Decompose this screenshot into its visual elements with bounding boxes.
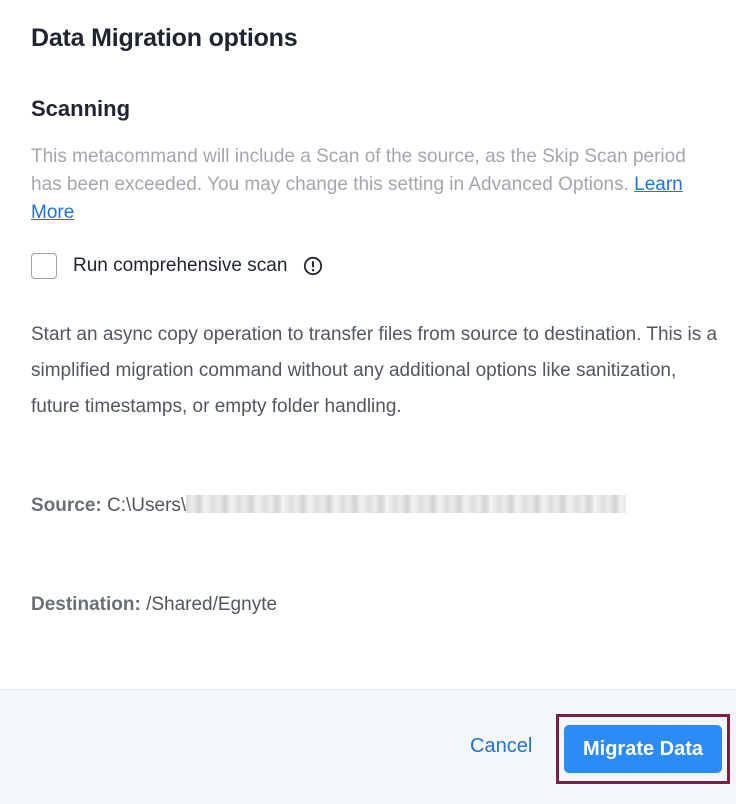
cancel-button[interactable]: Cancel [470,735,532,758]
source-label: Source: [31,495,102,516]
comprehensive-scan-row: Run comprehensive scan [31,251,323,281]
info-icon[interactable] [303,256,323,276]
destination-label: Destination: [31,594,141,615]
comprehensive-scan-checkbox[interactable] [31,253,57,279]
redacted-path [186,495,627,513]
source-row: Source: C:\Users\ [31,495,627,517]
destination-row: Destination: /Shared/Egnyte [31,594,277,616]
scan-note-text: This metacommand will include a Scan of … [31,146,686,195]
migration-description: Start an async copy operation to transfe… [31,324,718,417]
destination-path: /Shared/Egnyte [146,594,278,615]
scan-note: This metacommand will include a Scan of … [31,143,711,227]
migration-dialog: Data Migration options Scanning This met… [0,0,736,804]
dialog-title: Data Migration options [31,24,298,52]
comprehensive-scan-label[interactable]: Run comprehensive scan [73,255,287,277]
migrate-data-button[interactable]: Migrate Data [564,725,722,773]
scanning-heading: Scanning [31,96,131,121]
dialog-footer: Cancel Migrate Data [0,689,736,804]
source-path: C:\Users\ [107,495,187,516]
